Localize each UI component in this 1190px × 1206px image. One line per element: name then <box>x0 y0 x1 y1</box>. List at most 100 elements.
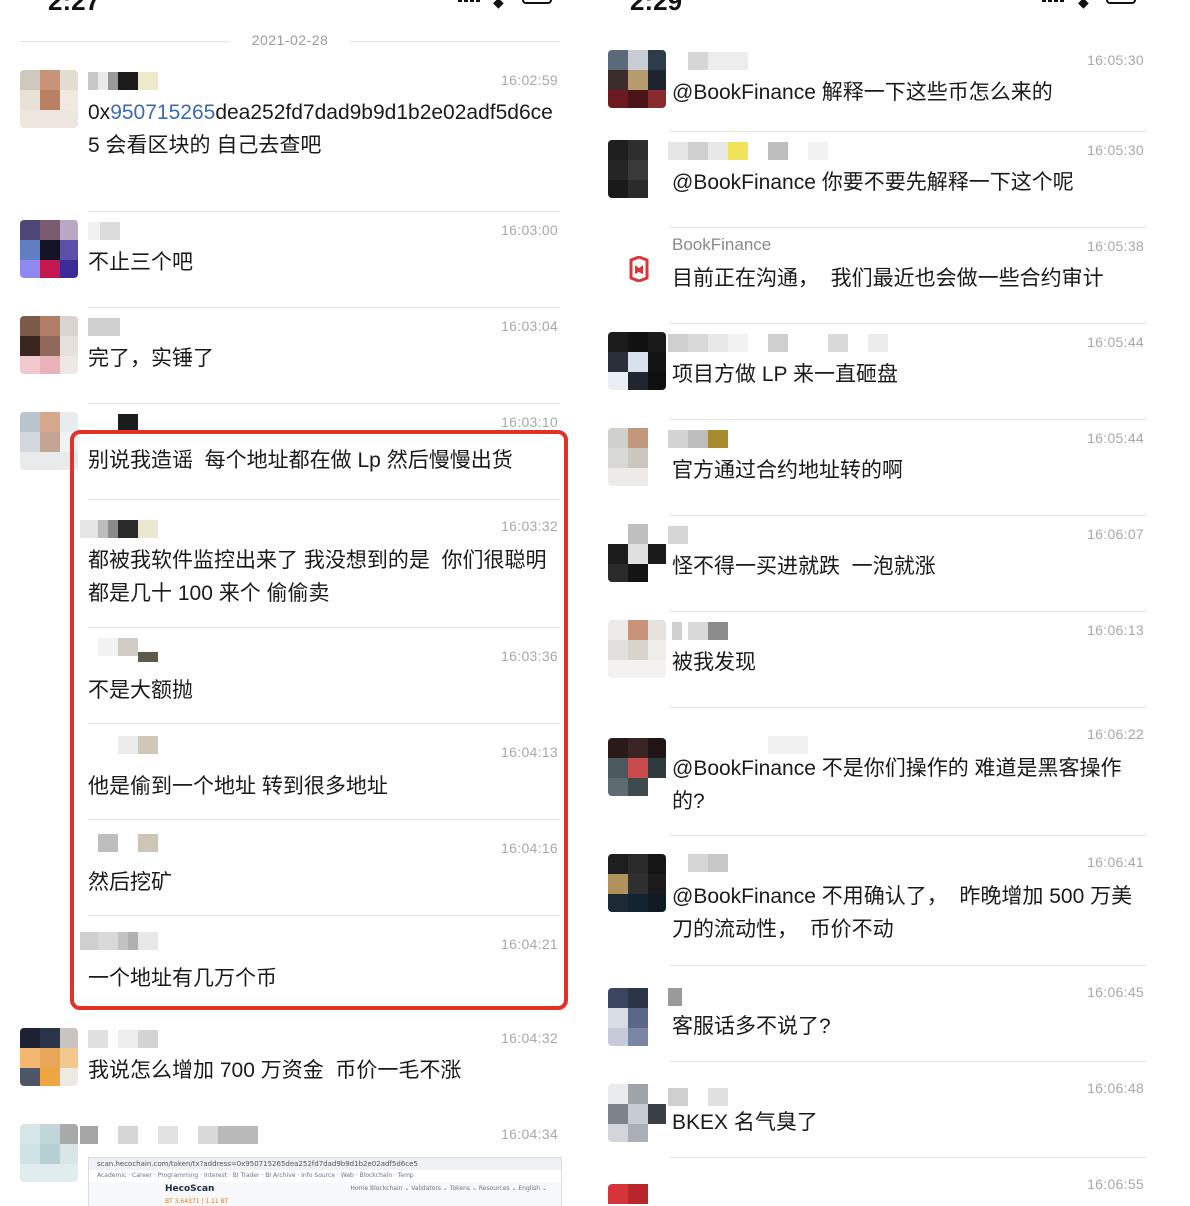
avatar[interactable] <box>20 1028 78 1086</box>
message-time: 16:06:22 <box>1087 726 1144 742</box>
sender-name-blurred <box>668 430 862 448</box>
message-item[interactable]: 16:05:30 @BookFinance 你要不要先解释一下这个呢 <box>600 132 1190 228</box>
avatar[interactable] <box>608 1084 666 1142</box>
message-time: 16:06:07 <box>1087 526 1144 542</box>
message-item[interactable]: 16:02:59 0x950715265dea252fd7dad9b9d1b2e… <box>0 62 578 212</box>
avatar[interactable] <box>608 620 666 678</box>
message-time: 16:06:55 <box>1087 1176 1144 1192</box>
message-text[interactable]: 客服话多不说了? <box>672 1010 1150 1043</box>
battery-icon <box>522 0 552 4</box>
status-time: 2:27 <box>48 0 101 16</box>
status-bar: 2:27 ◆ <box>0 0 578 16</box>
message-item[interactable]: 16:06:41 @BookFinance 不用确认了， 昨晚增加 500 万美… <box>600 836 1190 966</box>
message-item[interactable]: 16:04:32 我说怎么增加 700 万资金 币价一毛不涨 <box>0 1020 578 1120</box>
sender-name-blurred <box>88 1030 278 1048</box>
message-time: 16:05:30 <box>1087 142 1144 158</box>
message-item[interactable]: 16:05:44 官方通过合约地址转的啊 <box>600 420 1190 516</box>
sender-name-blurred <box>80 1126 288 1144</box>
message-text[interactable]: 项目方做 LP 来一直砸盘 <box>672 358 1150 391</box>
hecoscan-logo: HecoScan <box>165 1184 215 1194</box>
sender-name-blurred <box>668 1088 862 1106</box>
sender-name-blurred <box>668 526 862 544</box>
avatar[interactable] <box>20 220 78 278</box>
avatar[interactable] <box>608 854 666 912</box>
avatar[interactable] <box>608 332 666 390</box>
message-item[interactable]: 16:03:00 不止三个吧 <box>0 212 578 308</box>
wifi-icon: ◆ <box>1078 0 1089 10</box>
message-time: 16:04:34 <box>501 1126 558 1142</box>
highlight-box <box>70 430 568 1010</box>
sender-name-blurred <box>668 334 888 352</box>
message-time: 16:05:44 <box>1087 430 1144 446</box>
message-time: 16:03:10 <box>501 414 558 430</box>
message-item[interactable]: 16:06:55 <box>600 1158 1190 1206</box>
status-bar: 2:29 ◆ <box>600 0 1190 16</box>
shared-screenshot[interactable]: scan.hecochain.com/token/tx?address=0x95… <box>88 1157 562 1206</box>
message-time: 16:04:32 <box>501 1030 558 1046</box>
message-time: 16:06:13 <box>1087 622 1144 638</box>
avatar[interactable] <box>608 50 666 108</box>
message-item[interactable]: 16:06:07 怪不得一买进就跌 一泡就涨 <box>600 516 1190 612</box>
wifi-icon: ◆ <box>493 0 504 10</box>
message-item[interactable]: 16:06:48 BKEX 名气臭了 <box>600 1062 1190 1158</box>
message-text[interactable]: @BookFinance 你要不要先解释一下这个呢 <box>672 166 1150 199</box>
message-text[interactable]: BKEX 名气臭了 <box>672 1106 1150 1139</box>
sender-name-blurred <box>88 72 278 90</box>
message-text[interactable]: 完了，实锤了 <box>88 342 558 375</box>
message-text[interactable]: 我说怎么增加 700 万资金 币价一毛不涨 <box>88 1054 558 1087</box>
sender-name-blurred <box>672 854 862 872</box>
avatar[interactable] <box>608 140 666 198</box>
signal-icon <box>458 0 484 6</box>
avatar[interactable] <box>608 1184 666 1206</box>
message-text[interactable]: 怪不得一买进就跌 一泡就涨 <box>672 550 1150 583</box>
message-text[interactable]: @BookFinance 不是你们操作的 难道是黑客操作的? <box>672 752 1150 818</box>
sender-name-blurred <box>668 988 862 1006</box>
address-link[interactable]: 950715265 <box>110 101 215 124</box>
message-time: 16:02:59 <box>501 72 558 88</box>
message-item[interactable]: 16:03:04 完了，实锤了 <box>0 308 578 404</box>
message-text[interactable]: 0x950715265dea252fd7dad9b9d1b2e02adf5d6c… <box>88 96 558 162</box>
avatar[interactable] <box>20 1124 78 1182</box>
avatar[interactable] <box>608 428 666 486</box>
battery-icon <box>1106 0 1136 4</box>
site-nav: Home Blockchain ⌄ Validators ⌄ Tokens ⌄ … <box>350 1185 547 1192</box>
avatar[interactable] <box>608 236 666 294</box>
avatar[interactable] <box>608 988 666 1046</box>
message-text[interactable]: 被我发现 <box>672 646 1150 679</box>
sender-name-blurred <box>672 52 862 70</box>
message-time: 16:06:45 <box>1087 984 1144 1000</box>
message-item[interactable]: 16:05:30 @BookFinance 解释一下这些币怎么来的 <box>600 42 1190 132</box>
message-time: 16:06:48 <box>1087 1080 1144 1096</box>
message-time: 16:03:00 <box>501 222 558 238</box>
message-item[interactable]: 16:06:22 @BookFinance 不是你们操作的 难道是黑客操作的? <box>600 708 1190 836</box>
bookmark-bar: Academic · Career · Programming · Intere… <box>89 1170 561 1182</box>
chat-screen-right: 2:29 ◆ 16:05:30 @BookFinance 解释一下这些币怎么来的… <box>600 0 1190 1206</box>
browser-url: scan.hecochain.com/token/tx?address=0x95… <box>89 1158 561 1170</box>
sender-name-blurred <box>672 622 862 640</box>
sender-name-blurred <box>88 222 278 240</box>
sender-name[interactable]: BookFinance <box>672 235 771 255</box>
message-text[interactable]: 目前正在沟通， 我们最近也会做一些合约审计 <box>672 262 1150 295</box>
message-text[interactable]: @BookFinance 解释一下这些币怎么来的 <box>672 76 1150 109</box>
message-text[interactable]: 官方通过合约地址转的啊 <box>672 454 1150 487</box>
message-item[interactable]: 16:05:44 项目方做 LP 来一直砸盘 <box>600 324 1190 420</box>
status-time: 2:29 <box>630 0 683 16</box>
sender-name-blurred <box>88 318 278 336</box>
signal-icon <box>1042 0 1068 6</box>
avatar[interactable] <box>608 524 666 582</box>
avatar[interactable] <box>20 316 78 374</box>
message-time: 16:05:44 <box>1087 334 1144 350</box>
message-text[interactable]: 不止三个吧 <box>88 246 558 279</box>
bookfinance-logo-icon <box>629 256 649 282</box>
message-time: 16:05:38 <box>1087 238 1144 254</box>
sender-name-blurred <box>668 142 862 160</box>
avatar[interactable] <box>608 738 666 796</box>
avatar[interactable] <box>20 70 78 128</box>
message-time: 16:03:04 <box>501 318 558 334</box>
message-item[interactable]: 16:06:13 被我发现 <box>600 612 1190 708</box>
message-item[interactable]: 16:06:45 客服话多不说了? <box>600 966 1190 1062</box>
price-line: BT 3.64371 | 1.11 BT <box>165 1198 229 1205</box>
message-item[interactable]: BookFinance 16:05:38 目前正在沟通， 我们最近也会做一些合约… <box>600 228 1190 324</box>
date-separator: 2021-02-28 <box>20 32 560 48</box>
message-text[interactable]: @BookFinance 不用确认了， 昨晚增加 500 万美刀的流动性， 币价… <box>672 880 1150 946</box>
